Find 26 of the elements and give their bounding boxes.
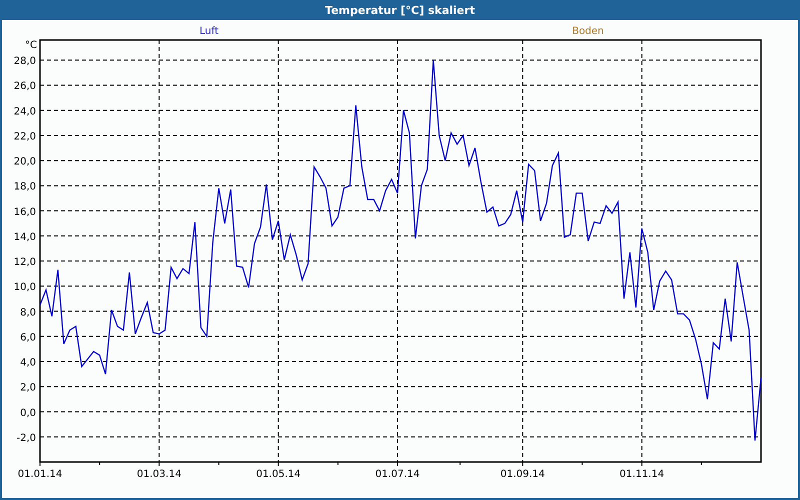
y-tick-label: 8,0 xyxy=(20,307,36,318)
panel-label: Luft xyxy=(200,26,218,37)
y-tick-label: 26,0 xyxy=(14,81,36,92)
y-tick-label: 6,0 xyxy=(20,332,36,344)
x-tick-label: 01.03.14 xyxy=(136,469,182,480)
x-tick-label: 01.11.14 xyxy=(620,469,664,480)
y-tick-label: 12,0 xyxy=(14,257,36,268)
y-tick-label: 22,0 xyxy=(14,131,36,142)
y-axis-unit: °C xyxy=(25,40,37,51)
x-tick-label: 01.01.14 xyxy=(18,469,62,480)
y-tick-label: 4,0 xyxy=(20,358,36,369)
x-tick-label: 01.07.14 xyxy=(375,469,420,480)
y-tick-label: 18,0 xyxy=(14,182,36,193)
x-tick-label: 01.05.14 xyxy=(256,469,301,480)
y-tick-label: 28,0 xyxy=(14,56,36,68)
y-tick-label: 20,0 xyxy=(14,156,36,168)
x-tick-label: 01.09.14 xyxy=(500,469,545,480)
panel-label: Boden xyxy=(572,26,604,37)
y-tick-label: 2,0 xyxy=(20,382,36,394)
y-tick-label: 16,0 xyxy=(14,206,36,218)
window-title: Temperatur [°C] skaliert xyxy=(325,4,475,16)
y-tick-label: 10,0 xyxy=(14,282,36,294)
y-tick-label: 24,0 xyxy=(14,106,36,118)
y-tick-label: 14,0 xyxy=(14,232,36,243)
y-tick-label: 0,0 xyxy=(20,408,36,419)
y-tick-label: -2,0 xyxy=(16,432,36,444)
